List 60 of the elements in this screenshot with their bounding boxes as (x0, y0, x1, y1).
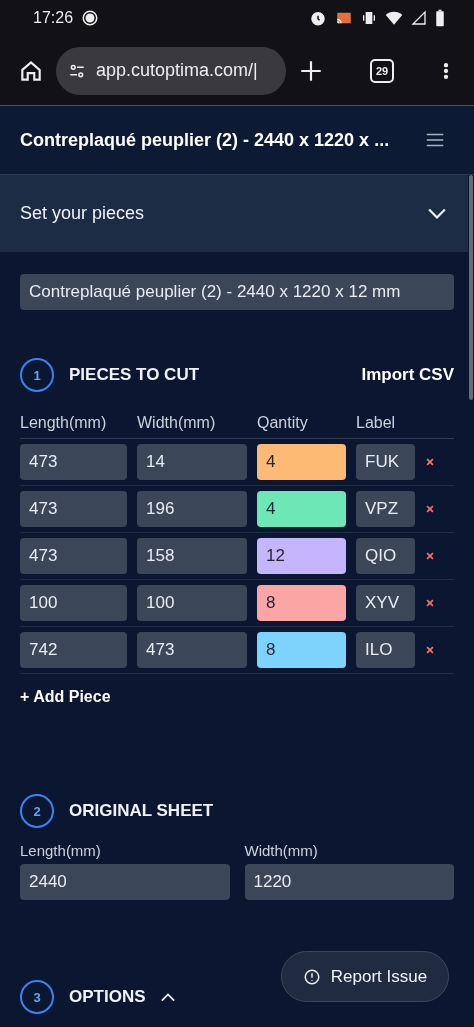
length-input[interactable]: 100 (20, 585, 127, 621)
column-header: Length(mm) (20, 414, 108, 432)
delete-icon (425, 551, 435, 561)
alarm-icon (309, 9, 327, 27)
chevron-down-icon (428, 208, 446, 219)
column-header: Label (356, 414, 397, 432)
quantity-input[interactable]: 12 (257, 538, 346, 574)
url-text: app.cutoptima.com/| (96, 60, 258, 81)
width-input[interactable]: 158 (137, 538, 247, 574)
width-input[interactable]: 14 (137, 444, 247, 480)
record-icon (81, 9, 100, 27)
dimension-input[interactable]: 2440 (20, 864, 230, 900)
column-header: Width(mm) (137, 414, 217, 432)
material-field[interactable]: Contreplaqué peuplier (2) - 2440 x 1220 x 12 mm (20, 274, 454, 310)
field-label: Length(mm) (20, 842, 102, 859)
dimension-input[interactable]: 1220 (244, 864, 454, 900)
length-input[interactable]: 473 (20, 538, 127, 574)
vibrate-icon (361, 9, 377, 27)
signal-icon (411, 9, 427, 27)
quantity-input[interactable]: 8 (257, 585, 346, 621)
import-csv-link[interactable]: Import CSV (361, 365, 454, 385)
section-title: PIECES TO CUT (69, 365, 200, 385)
label-input[interactable]: FUK (356, 444, 415, 480)
width-input[interactable]: 100 (137, 585, 247, 621)
width-input[interactable]: 196 (137, 491, 247, 527)
quantity-input[interactable]: 8 (257, 632, 346, 668)
quantity-input[interactable]: 4 (257, 444, 346, 480)
length-input[interactable]: 742 (20, 632, 127, 668)
section-title: ORIGINAL SHEET (69, 801, 214, 821)
length-input[interactable]: 473 (20, 444, 127, 480)
delete-icon (425, 504, 435, 514)
add-piece-button[interactable]: + Add Piece (20, 688, 111, 706)
step-number: 2 (20, 794, 54, 828)
scrollbar[interactable] (469, 175, 473, 400)
step-number: 1 (20, 358, 54, 392)
chevron-up-icon (160, 992, 175, 1002)
alert-icon (302, 967, 321, 986)
tab-count[interactable]: 29 (370, 58, 394, 83)
width-input[interactable]: 473 (137, 632, 247, 668)
step-number: 3 (20, 980, 54, 1014)
battery-icon (434, 9, 446, 27)
report-issue-button[interactable]: Report Issue (281, 951, 449, 1002)
label-input[interactable]: XYV (356, 585, 415, 621)
delete-icon (425, 645, 435, 655)
section-title: OPTIONS (69, 987, 146, 1007)
length-input[interactable]: 473 (20, 491, 127, 527)
address-bar[interactable]: app.cutoptima.com/| (56, 46, 286, 95)
label-input[interactable]: VPZ (356, 491, 415, 527)
label-input[interactable]: QIO (356, 538, 415, 574)
project-title: Contreplaqué peuplier (2) - 2440 x 1220 x ... (20, 129, 391, 151)
label-input[interactable]: ILO (356, 632, 415, 668)
status-time: 17:26 (33, 9, 74, 27)
field-label: Width(mm) (244, 842, 319, 859)
delete-icon (425, 598, 435, 608)
wifi-icon (384, 9, 404, 27)
delete-icon (425, 457, 435, 467)
accordion-header[interactable]: Set your pieces (0, 175, 468, 252)
quantity-input[interactable]: 4 (257, 491, 346, 527)
column-header: Qantity (257, 414, 309, 432)
accordion-title: Set your pieces (20, 203, 146, 224)
